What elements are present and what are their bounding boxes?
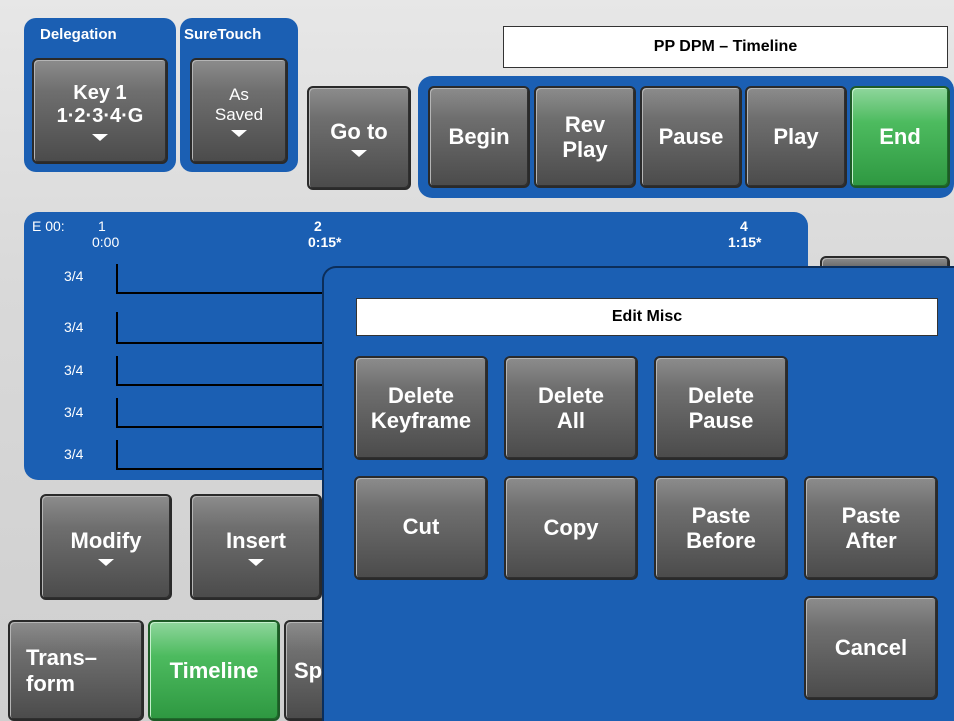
track-row-label: 3/4 [64,446,84,462]
keyframe-time: 1:15* [728,234,762,250]
chevron-down-icon [248,559,264,567]
cancel-button[interactable]: Cancel [804,596,938,700]
suretouch-button-label: As Saved [214,84,264,124]
suretouch-panel: SureTouch As Saved [180,18,298,172]
goto-button-label: Go to [330,118,388,144]
keyframe-time: 0:00 [92,234,120,250]
tab-transform[interactable]: Trans– form [8,620,144,721]
modify-button[interactable]: Modify [40,494,172,600]
delete-keyframe-button[interactable]: Delete Keyframe [354,356,488,460]
keyframe-number: 4 [740,218,748,234]
keyframe-number: 1 [98,218,106,234]
edit-misc-dialog: Edit Misc Delete Keyframe Delete All Del… [322,266,954,721]
delegation-panel: Delegation Key 1 1·2·3·4·G [24,18,176,172]
track-row-label: 3/4 [64,362,84,378]
delegation-button-label: Key 1 1·2·3·4·G [56,81,144,127]
chevron-down-icon [351,150,367,158]
effect-label: E 00: [32,218,65,234]
modify-button-label: Modify [70,527,142,553]
paste-after-button[interactable]: Paste After [804,476,938,580]
suretouch-button[interactable]: As Saved [190,58,288,164]
cut-button[interactable]: Cut [354,476,488,580]
chevron-down-icon [98,559,114,567]
insert-button[interactable]: Insert [190,494,322,600]
delete-pause-button[interactable]: Delete Pause [654,356,788,460]
goto-button[interactable]: Go to [307,86,411,190]
copy-button[interactable]: Copy [504,476,638,580]
begin-button[interactable]: Begin [428,86,530,188]
track-row-label: 3/4 [64,268,84,284]
track-row-label: 3/4 [64,319,84,335]
track-row-label: 3/4 [64,404,84,420]
paste-before-button[interactable]: Paste Before [654,476,788,580]
delegation-button[interactable]: Key 1 1·2·3·4·G [32,58,168,164]
page-title: PP DPM – Timeline [503,26,948,68]
keyframe-time: 0:15* [308,234,342,250]
track-row[interactable] [116,440,336,470]
delegation-label: Delegation [40,26,117,43]
end-button[interactable]: End [850,86,950,188]
track-row[interactable] [116,398,336,428]
keyframe-number: 2 [314,218,322,234]
play-button[interactable]: Play [745,86,847,188]
rev-play-button[interactable]: Rev Play [534,86,636,188]
dialog-title: Edit Misc [356,298,938,336]
track-row[interactable] [116,356,336,386]
suretouch-label: SureTouch [184,26,262,43]
track-row[interactable] [116,264,336,294]
track-row[interactable] [116,312,336,344]
chevron-down-icon [231,130,247,138]
insert-button-label: Insert [226,527,286,553]
delete-all-button[interactable]: Delete All [504,356,638,460]
pause-button[interactable]: Pause [640,86,742,188]
chevron-down-icon [92,133,108,141]
tab-timeline[interactable]: Timeline [148,620,280,721]
